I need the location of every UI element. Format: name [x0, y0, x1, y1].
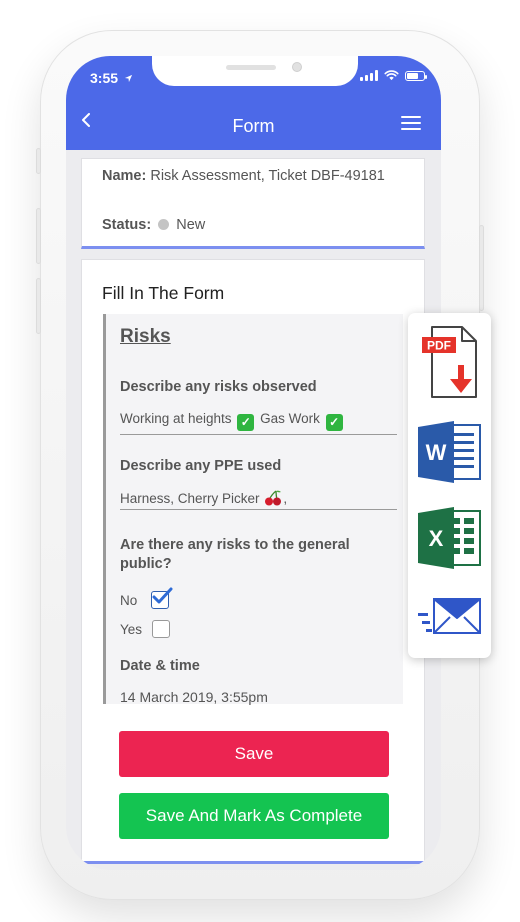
form-card: Fill In The Form Risks Describe any risk…	[81, 259, 425, 864]
status-time: 3:55	[90, 70, 133, 86]
phone-side-button-volume-up	[36, 208, 41, 264]
phone-camera	[292, 62, 302, 72]
export-word[interactable]: W	[416, 419, 484, 485]
status-dot-icon	[158, 219, 170, 230]
location-arrow-icon	[124, 74, 133, 83]
question-ppe-label: Describe any PPE used	[120, 458, 282, 474]
option-yes[interactable]: Yes	[120, 620, 171, 638]
ppe-used-field[interactable]: Harness, Cherry Picker ,	[120, 490, 397, 510]
svg-text:PDF: PDF	[427, 339, 451, 353]
phone-side-button-mute	[36, 148, 41, 174]
battery-icon	[405, 70, 427, 81]
email-icon	[418, 598, 481, 634]
ticket-status: Status: New	[102, 217, 206, 233]
checkmark-icon	[152, 587, 173, 604]
datetime-value: 14 March 2019, 3:55pm	[120, 689, 268, 705]
page-title: Form	[232, 116, 275, 136]
word-icon: W	[418, 421, 481, 483]
ticket-name: Name: Risk Assessment, Ticket DBF-49181	[102, 168, 385, 184]
export-pdf[interactable]: PDF	[416, 323, 484, 401]
status-icons	[360, 70, 427, 81]
pdf-icon: PDF	[422, 326, 477, 398]
svg-text:W: W	[426, 440, 447, 465]
status-badge: New	[176, 217, 206, 233]
export-email[interactable]	[416, 593, 484, 639]
section-title: Risks	[120, 326, 171, 347]
app-header: 3:55 Form	[66, 56, 441, 150]
export-excel[interactable]: X	[416, 505, 484, 571]
menu-icon[interactable]	[401, 116, 421, 130]
excel-icon: X	[418, 507, 481, 569]
ticket-info-card: Name: Risk Assessment, Ticket DBF-49181 …	[81, 158, 425, 249]
save-button[interactable]: Save	[119, 731, 389, 777]
wifi-icon	[384, 70, 399, 81]
question-public-risk-label: Are there any risks to the general publi…	[120, 537, 350, 572]
checkmark-icon: ✓	[325, 414, 343, 431]
form-title: Fill In The Form	[102, 283, 225, 303]
phone-screen: 3:55 Form Name: Risk Assessment, Ticket …	[66, 56, 441, 870]
checkmark-icon: ✓	[237, 414, 255, 431]
export-panel: PDF W X	[408, 313, 491, 658]
signal-icon	[360, 70, 378, 81]
cherry-icon	[265, 490, 282, 506]
phone-side-button-power	[479, 225, 484, 311]
svg-text:X: X	[429, 526, 444, 551]
phone-speaker	[226, 65, 276, 70]
question-risks-label: Describe any risks observed	[120, 379, 317, 395]
phone-notch	[152, 56, 358, 86]
risks-section: Risks Describe any risks observed Workin…	[103, 314, 403, 705]
phone-side-button-volume-down	[36, 278, 41, 334]
option-no[interactable]: No	[120, 587, 173, 609]
risks-observed-field[interactable]: Working at heights ✓ Gas Work ✓	[120, 411, 397, 435]
save-complete-button[interactable]: Save And Mark As Complete	[119, 793, 389, 839]
checkbox-no[interactable]	[151, 587, 173, 609]
question-datetime-label: Date & time	[120, 658, 200, 674]
checkbox-yes[interactable]	[152, 620, 171, 638]
